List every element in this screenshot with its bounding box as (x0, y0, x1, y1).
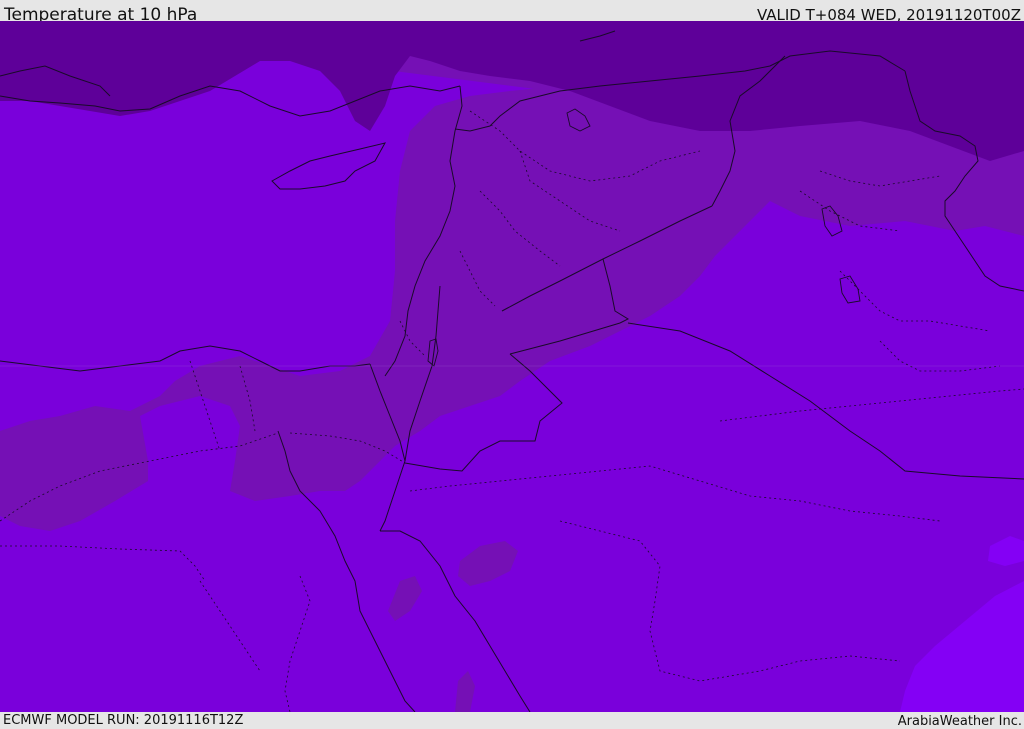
map-canvas (0, 21, 1024, 712)
weather-map[interactable] (0, 21, 1024, 712)
footer-bar: ECMWF MODEL RUN: 20191116T12Z ArabiaWeat… (0, 712, 1024, 729)
credit-label: ArabiaWeather Inc. (897, 714, 1022, 729)
model-run-label: ECMWF MODEL RUN: 20191116T12Z (3, 713, 244, 728)
header-bar: Temperature at 10 hPa VALID T+084 WED, 2… (0, 0, 1024, 25)
